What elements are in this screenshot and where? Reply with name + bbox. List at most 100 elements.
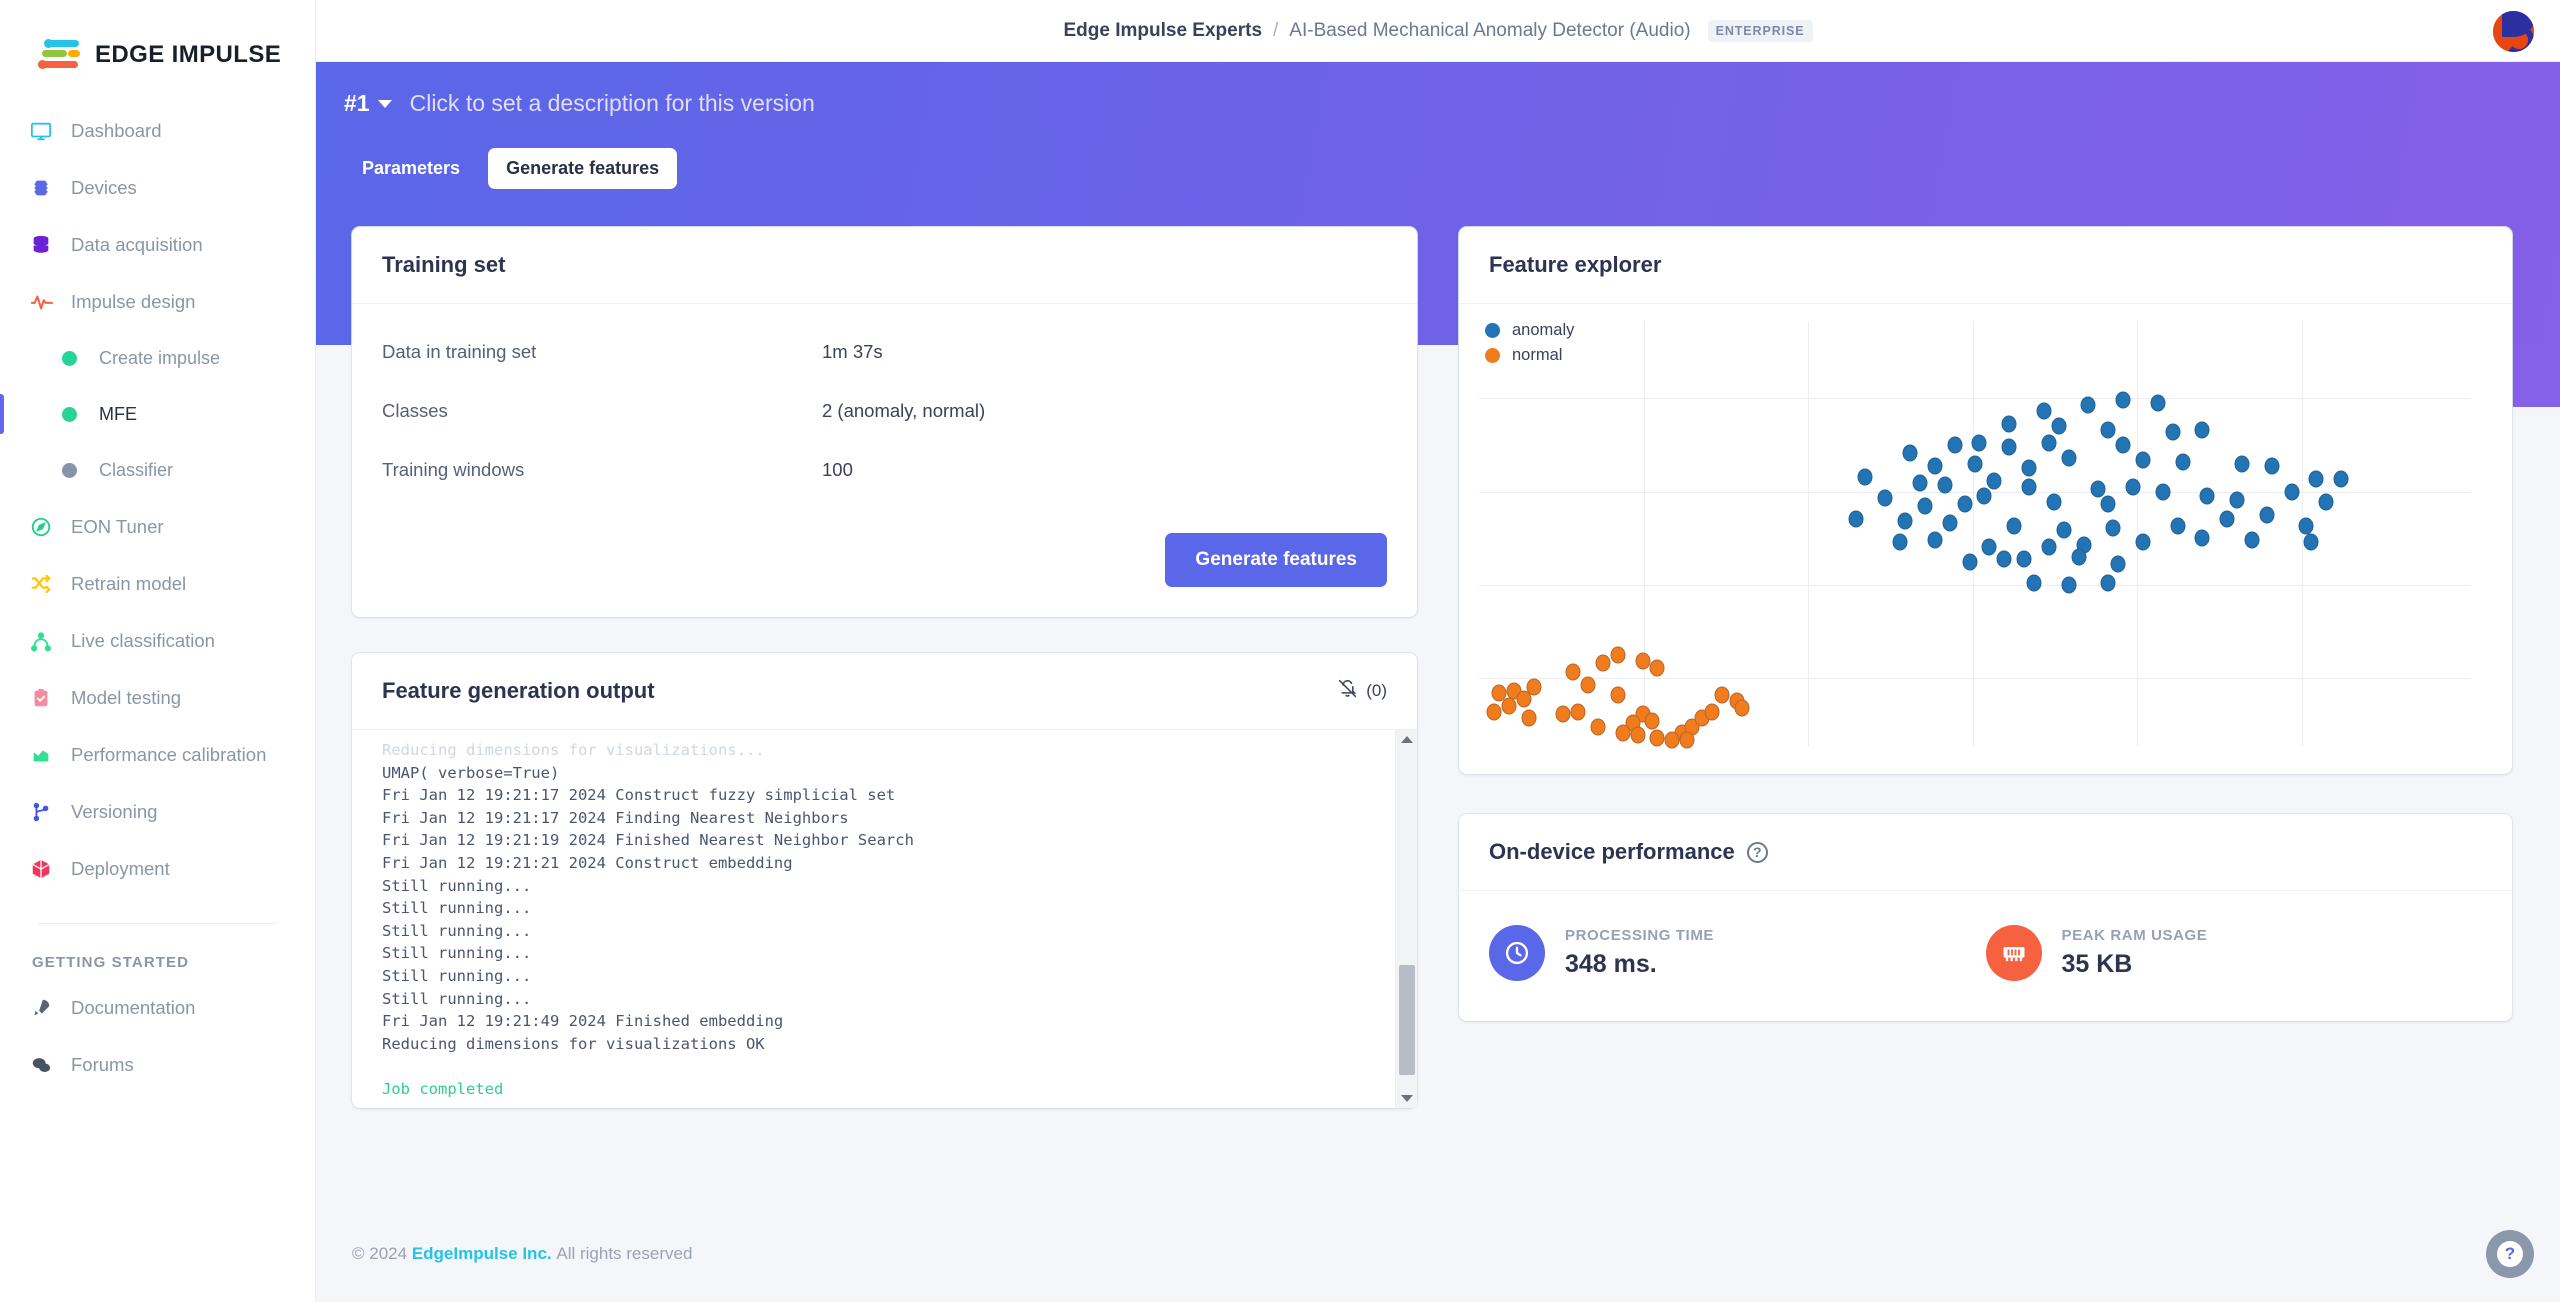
scatter-point-normal[interactable] <box>1679 731 1695 749</box>
scatter-point-anomaly[interactable] <box>1996 550 2012 568</box>
scatter-point-normal[interactable] <box>1649 729 1665 747</box>
scatter-point-normal[interactable] <box>1734 699 1750 717</box>
scatter-point-anomaly[interactable] <box>1967 455 1982 473</box>
brand-logo[interactable]: EDGE IMPULSE <box>0 0 315 72</box>
scatter-point-normal[interactable] <box>1486 703 1502 721</box>
sidebar-item-eon-tuner[interactable]: EON Tuner <box>0 498 315 555</box>
scatter-point-anomaly[interactable] <box>2298 517 2314 535</box>
scatter-point-anomaly[interactable] <box>2244 531 2260 549</box>
scatter-point-anomaly[interactable] <box>2051 417 2067 435</box>
scatter-point-anomaly[interactable] <box>2264 457 2280 475</box>
legend-item-anomaly[interactable]: anomaly <box>1485 318 1574 343</box>
scatter-point-anomaly[interactable] <box>2080 396 2096 414</box>
scatter-point-anomaly[interactable] <box>2041 434 2057 452</box>
scatter-point-normal[interactable] <box>1565 663 1581 681</box>
scatter-point-normal[interactable] <box>1521 709 1537 727</box>
scatter-point-anomaly[interactable] <box>2125 478 2141 496</box>
scatter-point-anomaly[interactable] <box>2006 517 2022 535</box>
sidebar-item-versioning[interactable]: Versioning <box>0 783 315 840</box>
scatter-point-normal[interactable] <box>1516 690 1532 708</box>
scatter-point-anomaly[interactable] <box>2303 533 2319 551</box>
scatter-point-anomaly[interactable] <box>2194 529 2210 547</box>
scatter-point-anomaly[interactable] <box>2199 487 2215 505</box>
scatter-point-anomaly[interactable] <box>1957 495 1973 513</box>
scatter-point-anomaly[interactable] <box>2061 576 2077 594</box>
scatter-point-normal[interactable] <box>1555 705 1571 723</box>
scatter-point-normal[interactable] <box>1501 697 1517 715</box>
sidebar-item-performance-calibration[interactable]: Performance calibration <box>0 726 315 783</box>
scatter-point-normal[interactable] <box>1630 726 1646 744</box>
sidebar-item-data-acquisition[interactable]: Data acquisition <box>0 216 315 273</box>
sidebar-item-classifier[interactable]: Classifier <box>0 442 315 498</box>
scatter-point-anomaly[interactable] <box>1897 512 1913 530</box>
sidebar-item-deployment[interactable]: Deployment <box>0 840 315 897</box>
breadcrumb-project[interactable]: AI-Based Mechanical Anomaly Detector (Au… <box>1289 20 1690 42</box>
legend-item-normal[interactable]: normal <box>1485 343 1574 368</box>
scatter-point-anomaly[interactable] <box>1942 514 1958 532</box>
scatter-point-anomaly[interactable] <box>2021 459 2037 477</box>
scatter-point-anomaly[interactable] <box>2110 555 2126 573</box>
scatter-point-anomaly[interactable] <box>2135 533 2151 551</box>
scatter-point-anomaly[interactable] <box>2071 548 2087 566</box>
user-avatar[interactable] <box>2493 11 2534 52</box>
scatter-point-anomaly[interactable] <box>1986 472 2002 490</box>
console-scrollbar[interactable] <box>1395 730 1417 1108</box>
help-button[interactable]: ? <box>2486 1230 2534 1278</box>
scatter-point-anomaly[interactable] <box>2259 506 2275 524</box>
sidebar-item-devices[interactable]: Devices <box>0 159 315 216</box>
scatter-point-normal[interactable] <box>1580 676 1596 694</box>
scatter-point-anomaly[interactable] <box>1927 531 1943 549</box>
scatter-point-normal[interactable] <box>1615 724 1631 742</box>
scatter-point-anomaly[interactable] <box>2001 415 2017 433</box>
scatter-point-anomaly[interactable] <box>2229 491 2245 509</box>
scatter-point-normal[interactable] <box>1664 731 1680 749</box>
scatter-point-normal[interactable] <box>1610 686 1626 704</box>
scatter-point-normal[interactable] <box>1649 659 1665 677</box>
scatter-point-anomaly[interactable] <box>2150 394 2166 412</box>
mute-notifications-toggle[interactable]: (0) <box>1337 678 1387 704</box>
scatter-point-normal[interactable] <box>1644 712 1660 730</box>
scatter-point-anomaly[interactable] <box>2170 517 2186 535</box>
scatter-point-anomaly[interactable] <box>1848 510 1864 528</box>
scatter-point-normal[interactable] <box>1570 703 1586 721</box>
scatter-point-anomaly[interactable] <box>2318 493 2334 511</box>
scatter-point-anomaly[interactable] <box>2165 423 2181 441</box>
scatter-point-normal[interactable] <box>1595 654 1611 672</box>
scatter-point-anomaly[interactable] <box>1927 457 1943 475</box>
scatter-point-anomaly[interactable] <box>1937 476 1953 494</box>
sidebar-item-model-testing[interactable]: Model testing <box>0 669 315 726</box>
scatter-point-anomaly[interactable] <box>1917 497 1933 515</box>
scatter-point-anomaly[interactable] <box>2175 453 2191 471</box>
scatter-point-normal[interactable] <box>1635 652 1650 670</box>
scatter-point-anomaly[interactable] <box>1902 444 1918 462</box>
scatter-point-anomaly[interactable] <box>2155 483 2171 501</box>
footer-company[interactable]: EdgeImpulse Inc. <box>412 1244 552 1264</box>
scatter-point-normal[interactable] <box>1590 718 1606 736</box>
scatter-point-anomaly[interactable] <box>2016 550 2032 568</box>
scroll-up-icon[interactable] <box>1400 736 1413 743</box>
scatter-point-anomaly[interactable] <box>1857 468 1873 486</box>
scatter-point-anomaly[interactable] <box>2100 574 2116 592</box>
sidebar-item-documentation[interactable]: Documentation <box>0 979 315 1036</box>
scatter-point-anomaly[interactable] <box>2284 483 2300 501</box>
scatter-point-anomaly[interactable] <box>1912 474 1928 492</box>
scatter-point-anomaly[interactable] <box>1947 436 1963 454</box>
sidebar-item-live-classification[interactable]: Live classification <box>0 612 315 669</box>
scatter-point-anomaly[interactable] <box>2219 510 2235 528</box>
scroll-down-icon[interactable] <box>1400 1095 1413 1102</box>
scatter-point-anomaly[interactable] <box>2100 495 2116 513</box>
scatter-point-anomaly[interactable] <box>1877 489 1893 507</box>
scatter-point-anomaly[interactable] <box>2333 470 2349 488</box>
sidebar-item-create-impulse[interactable]: Create impulse <box>0 330 315 386</box>
scatter-point-normal[interactable] <box>1704 703 1720 721</box>
scatter-point-anomaly[interactable] <box>2056 521 2072 539</box>
scatter-point-anomaly[interactable] <box>2041 538 2057 556</box>
sidebar-item-mfe[interactable]: MFE <box>0 386 315 442</box>
scatter-point-anomaly[interactable] <box>2194 421 2210 439</box>
scatter-point-anomaly[interactable] <box>1892 533 1908 551</box>
scatter-point-anomaly[interactable] <box>2308 470 2324 488</box>
sidebar-item-retrain-model[interactable]: Retrain model <box>0 555 315 612</box>
scatter-point-anomaly[interactable] <box>2115 436 2131 454</box>
feature-explorer-plot[interactable]: anomaly normal <box>1469 304 2486 774</box>
scatter-point-normal[interactable] <box>1610 646 1626 664</box>
